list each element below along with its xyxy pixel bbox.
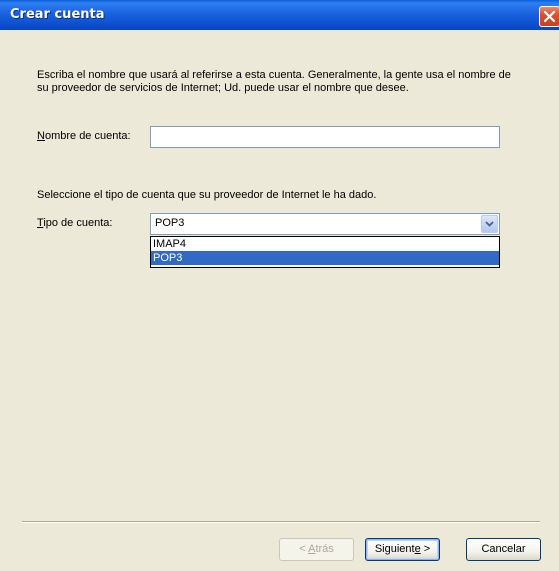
back-button-prefix: < [299, 543, 309, 555]
account-type-label: Tipo de cuenta: [37, 217, 112, 229]
account-name-label-rest: ombre de cuenta: [44, 130, 131, 142]
close-button[interactable] [539, 6, 559, 27]
next-button[interactable]: Siguiente > [365, 538, 440, 561]
description-text: Escriba el nombre que usará al referirse… [37, 69, 511, 94]
button-separator [22, 521, 540, 523]
cancel-button[interactable]: Cancelar [466, 538, 541, 561]
dropdown-option-pop3[interactable]: POP3 [151, 251, 499, 265]
close-icon [543, 10, 556, 23]
account-type-dropdown-list: IMAP4 POP3 [150, 236, 500, 268]
create-account-dialog: Crear cuenta Escriba el nombre que usará… [0, 0, 559, 571]
account-name-label: Nombre de cuenta: [37, 130, 131, 142]
account-type-selected-value: POP3 [155, 217, 185, 229]
account-name-input[interactable] [150, 126, 500, 148]
next-button-suffix: > [420, 543, 431, 555]
account-type-prompt: Seleccione el tipo de cuenta que su prov… [37, 189, 377, 201]
next-button-prefix: Siguient [374, 543, 415, 555]
back-button-rest: trás [315, 543, 334, 555]
back-button[interactable]: < Atrás [279, 538, 354, 561]
window-title: Crear cuenta [10, 7, 105, 22]
chevron-down-icon [485, 221, 494, 227]
account-type-select[interactable]: POP3 [150, 213, 500, 235]
dropdown-button[interactable] [481, 215, 498, 233]
dropdown-option-imap4[interactable]: IMAP4 [151, 237, 499, 251]
account-name-label-mnemonic: N [37, 130, 45, 142]
title-bar[interactable]: Crear cuenta [0, 0, 559, 30]
account-type-label-rest: ipo de cuenta: [43, 217, 113, 229]
